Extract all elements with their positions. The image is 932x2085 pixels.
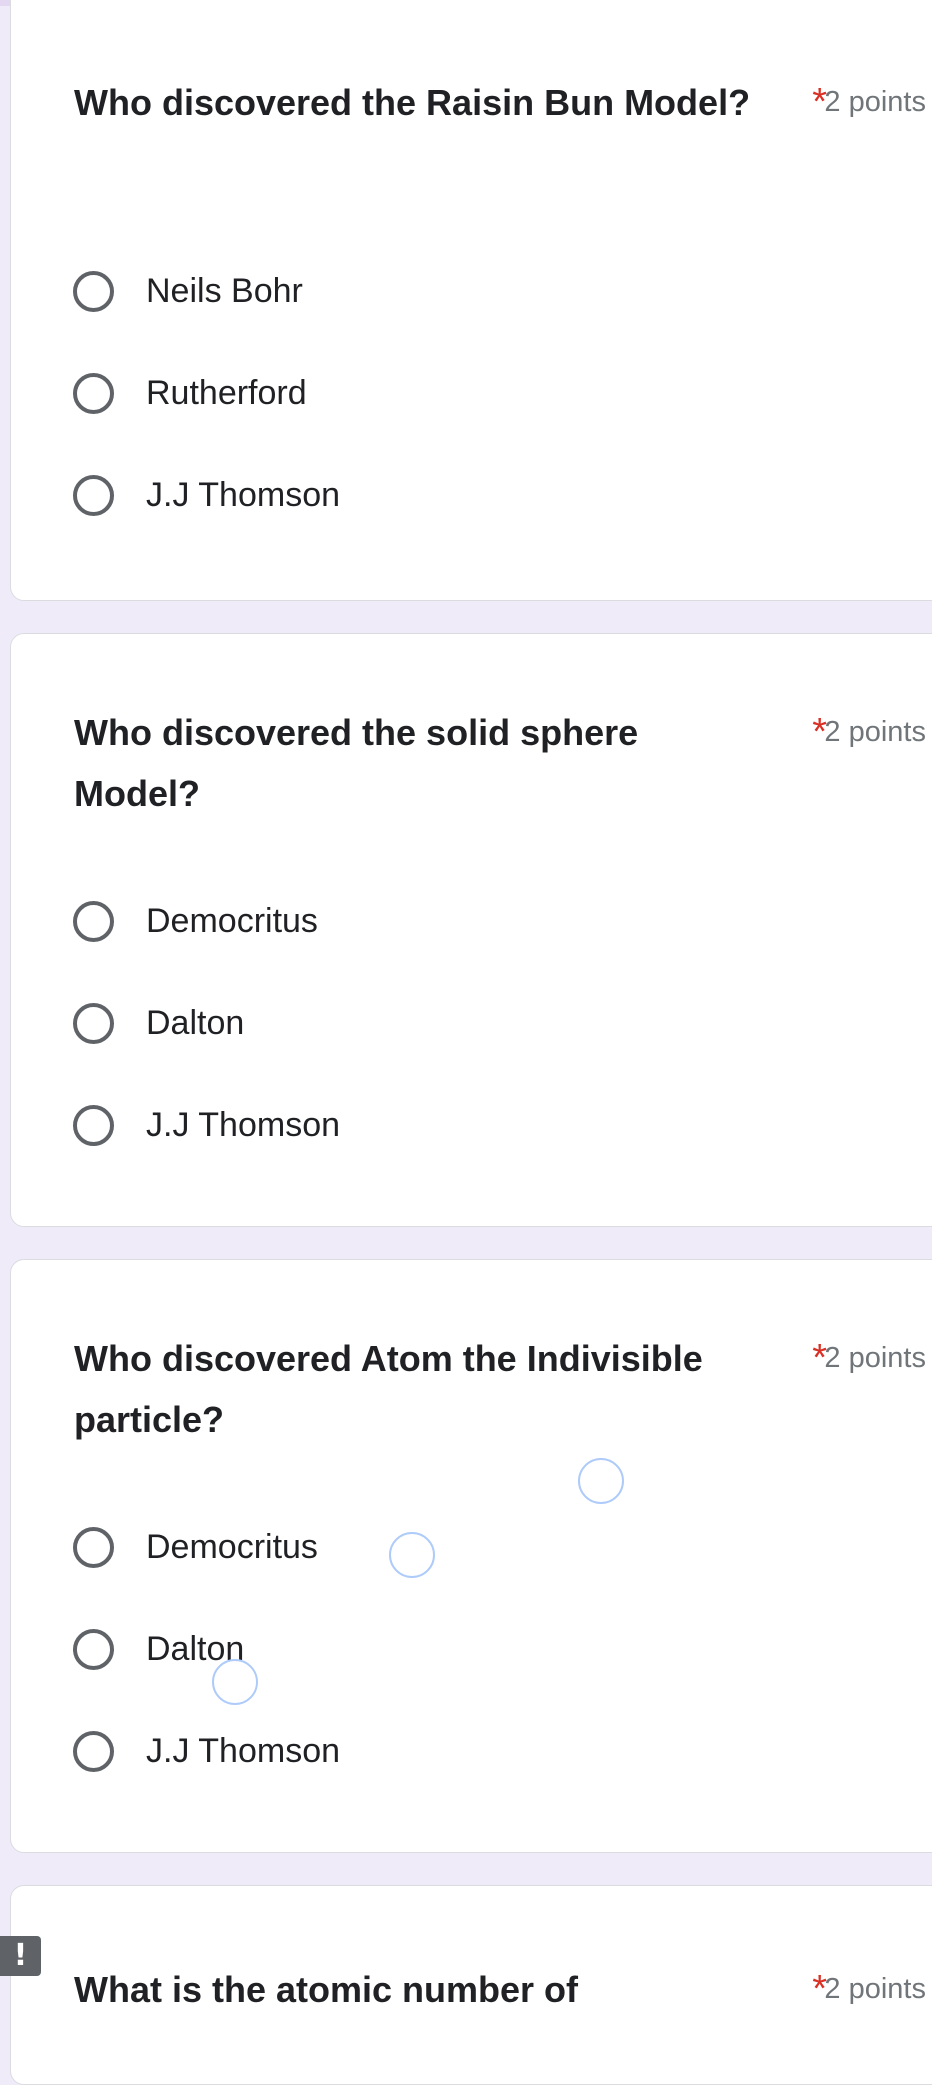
radio-unchecked-icon[interactable] xyxy=(73,1526,114,1568)
option-label: J.J Thomson xyxy=(146,476,341,514)
radio-unchecked-icon[interactable] xyxy=(73,270,114,312)
question-points: 2 points xyxy=(824,1342,926,1374)
quiz-form: Who discovered the Raisin Bun Model? * 2… xyxy=(0,0,932,2085)
question-card-1: Who discovered the Raisin Bun Model? * 2… xyxy=(10,0,932,601)
question-title: What is the atomic number of xyxy=(74,1969,579,2010)
question-title: Who discovered Atom the Indivisible part… xyxy=(74,1338,703,1440)
radio-unchecked-icon[interactable] xyxy=(73,474,114,516)
option-democritus[interactable]: Democritus xyxy=(73,1496,340,1598)
touch-ripple-indicator xyxy=(212,1659,258,1705)
option-neils-bohr[interactable]: Neils Bohr xyxy=(73,240,340,342)
option-label: Democritus xyxy=(146,902,318,940)
question-card-4: What is the atomic number of * 2 points xyxy=(10,1885,932,2085)
option-rutherford[interactable]: Rutherford xyxy=(73,342,340,444)
option-label: J.J Thomson xyxy=(146,1106,341,1144)
option-label: Rutherford xyxy=(146,374,307,412)
option-label: Democritus xyxy=(146,1528,318,1566)
option-list: Democritus Dalton J.J Thomson xyxy=(73,1496,340,1802)
radio-unchecked-icon[interactable] xyxy=(73,1002,114,1044)
option-list: Neils Bohr Rutherford J.J Thomson xyxy=(73,240,340,546)
option-dalton[interactable]: Dalton xyxy=(73,1598,340,1700)
radio-unchecked-icon[interactable] xyxy=(73,372,114,414)
radio-unchecked-icon[interactable] xyxy=(73,1730,114,1772)
option-jj-thomson[interactable]: J.J Thomson xyxy=(73,1074,340,1176)
option-label: Neils Bohr xyxy=(146,272,303,310)
radio-unchecked-icon[interactable] xyxy=(73,1104,114,1146)
option-dalton[interactable]: Dalton xyxy=(73,972,340,1074)
question-title: Who discovered the solid sphere Model? xyxy=(74,712,639,814)
option-jj-thomson[interactable]: J.J Thomson xyxy=(73,1700,340,1802)
question-card-3: Who discovered Atom the Indivisible part… xyxy=(10,1259,932,1853)
option-jj-thomson[interactable]: J.J Thomson xyxy=(73,444,340,546)
option-list: Democritus Dalton J.J Thomson xyxy=(73,870,340,1176)
option-democritus[interactable]: Democritus xyxy=(73,870,340,972)
touch-ripple-indicator xyxy=(578,1458,624,1504)
radio-unchecked-icon[interactable] xyxy=(73,900,114,942)
question-points: 2 points xyxy=(824,1973,926,2005)
question-points: 2 points xyxy=(824,86,926,118)
radio-unchecked-icon[interactable] xyxy=(73,1628,114,1670)
question-title: Who discovered the Raisin Bun Model? xyxy=(74,82,751,123)
question-points: 2 points xyxy=(824,716,926,748)
option-label: Dalton xyxy=(146,1004,245,1042)
error-icon[interactable]: ! xyxy=(0,1936,41,1976)
question-card-2: Who discovered the solid sphere Model? *… xyxy=(10,633,932,1227)
option-label: J.J Thomson xyxy=(146,1732,341,1770)
touch-ripple-indicator xyxy=(389,1532,435,1578)
